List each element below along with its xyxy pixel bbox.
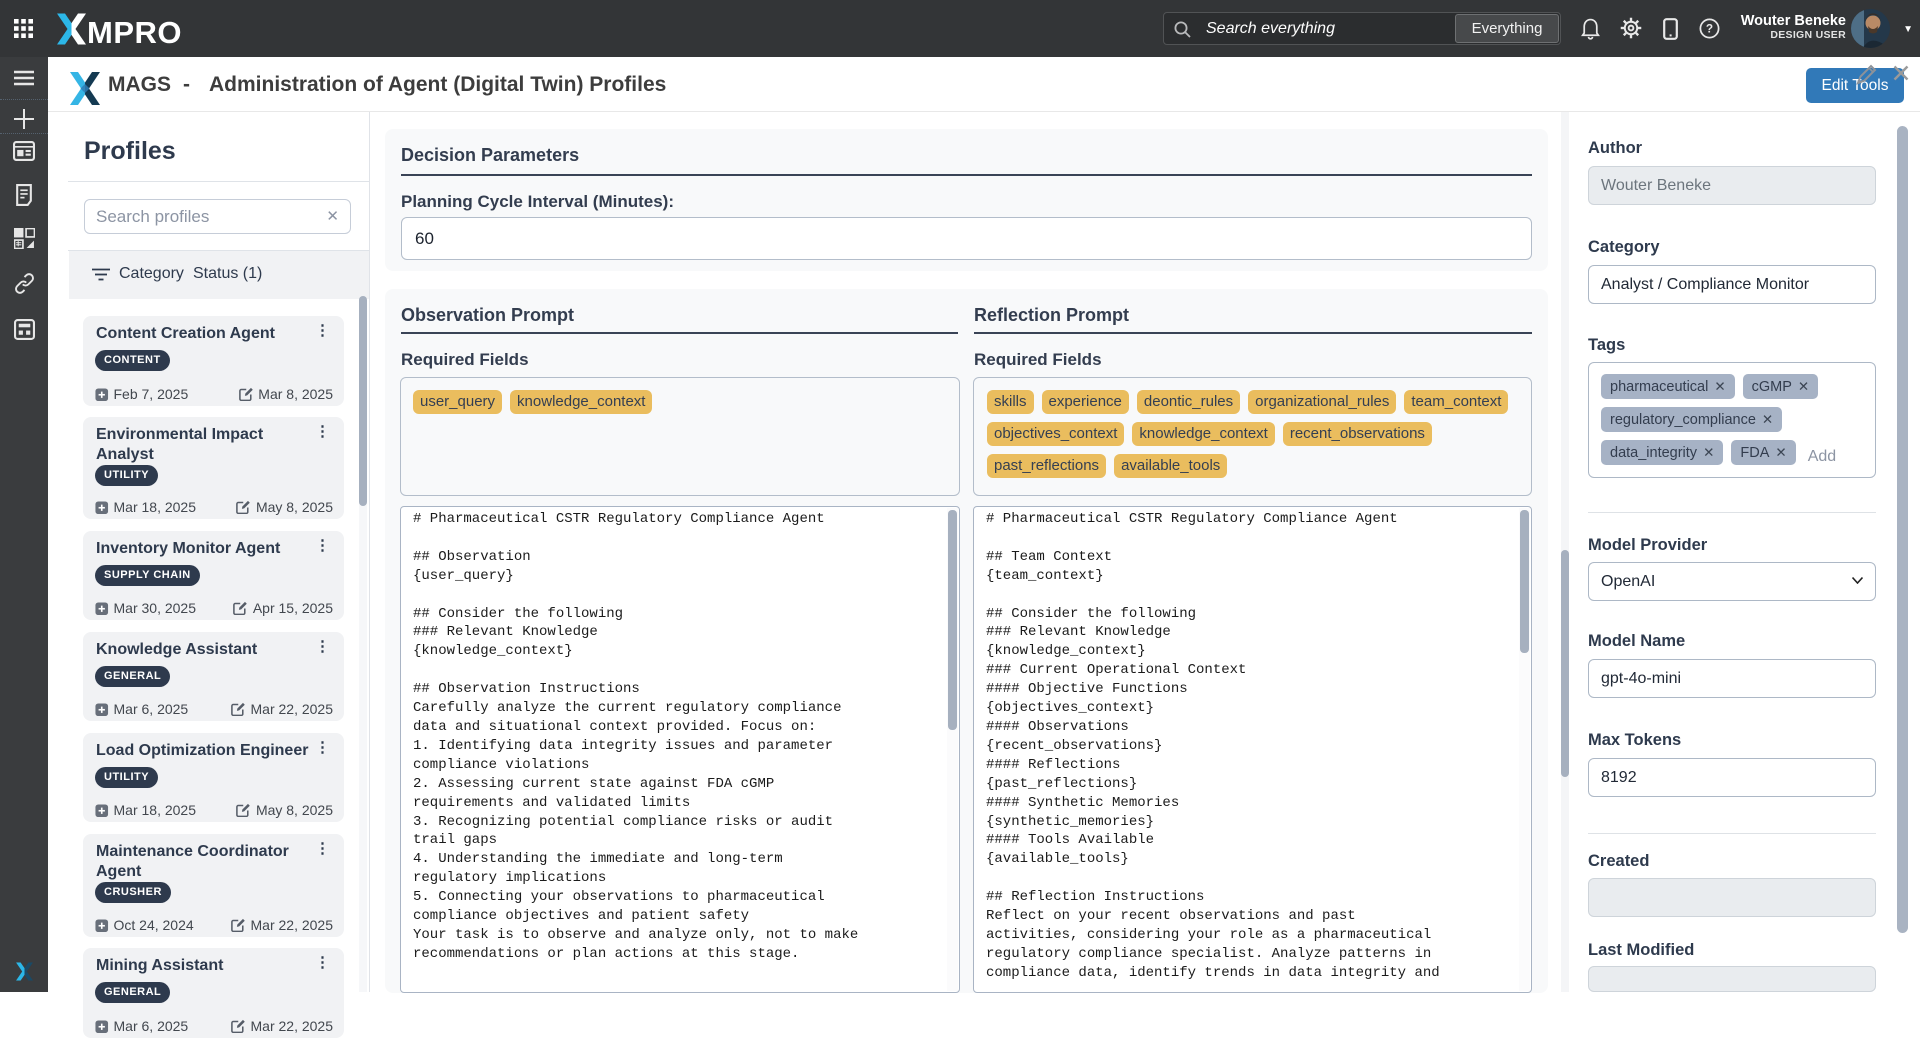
- svg-text:?: ?: [1706, 22, 1713, 36]
- svg-text:MPRO: MPRO: [87, 15, 182, 46]
